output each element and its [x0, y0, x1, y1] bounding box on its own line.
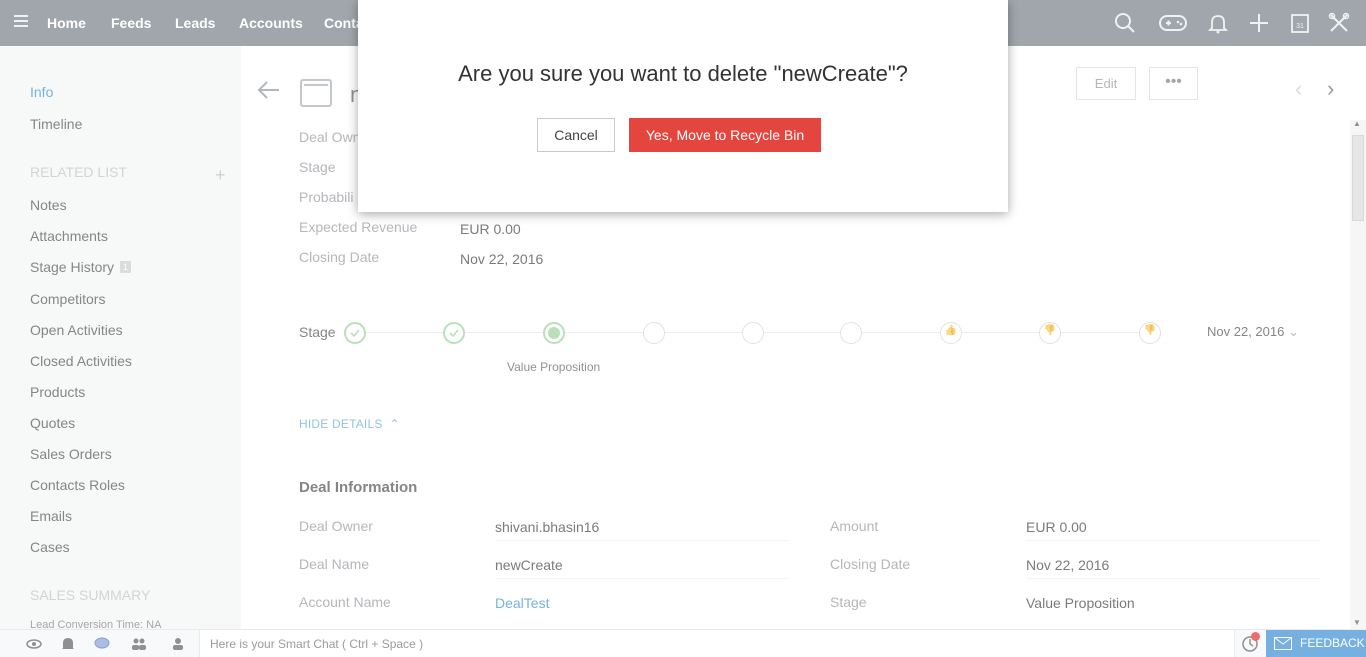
- delete-confirmation-dialog: Are you sure you want to delete "newCrea…: [358, 0, 1008, 212]
- cancel-button[interactable]: Cancel: [537, 118, 615, 152]
- dialog-message: Are you sure you want to delete "newCrea…: [458, 61, 908, 86]
- move-to-recycle-bin-button[interactable]: Yes, Move to Recycle Bin: [629, 118, 821, 152]
